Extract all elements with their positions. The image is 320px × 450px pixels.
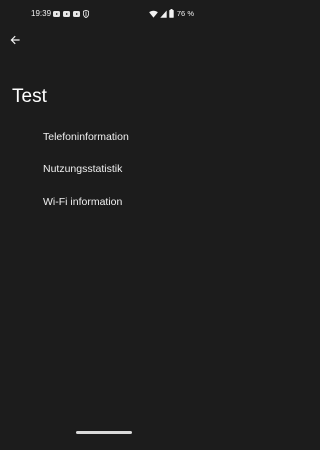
signal-icon bbox=[160, 5, 167, 23]
menu-item-label: Nutzungsstatistik bbox=[43, 163, 123, 175]
menu-item-nutzungsstatistik[interactable]: Nutzungsstatistik bbox=[0, 154, 208, 184]
wifi-icon bbox=[149, 5, 158, 23]
battery-icon bbox=[169, 5, 174, 23]
menu-item-label: Wi-Fi information bbox=[43, 196, 123, 208]
status-time: 19:39 bbox=[31, 9, 52, 18]
youtube-icon bbox=[63, 11, 70, 17]
menu-item-label: Telefoninformation bbox=[43, 131, 129, 143]
status-bar: 19:39 76 % bbox=[0, 0, 208, 28]
arrow-left-icon bbox=[10, 32, 20, 50]
youtube-icon bbox=[53, 11, 60, 17]
gesture-navigation-bar[interactable] bbox=[76, 431, 132, 434]
menu-item-telefoninformation[interactable]: Telefoninformation bbox=[0, 122, 208, 152]
menu-item-wifi-information[interactable]: Wi-Fi information bbox=[0, 187, 208, 217]
back-button[interactable] bbox=[6, 32, 24, 50]
battery-percent: 76 % bbox=[176, 9, 194, 18]
notification-icons bbox=[53, 10, 89, 18]
page-title: Test bbox=[12, 86, 47, 107]
youtube-icon bbox=[73, 11, 80, 17]
system-status-icons: 76 % bbox=[149, 9, 194, 19]
shield-icon bbox=[83, 10, 89, 18]
